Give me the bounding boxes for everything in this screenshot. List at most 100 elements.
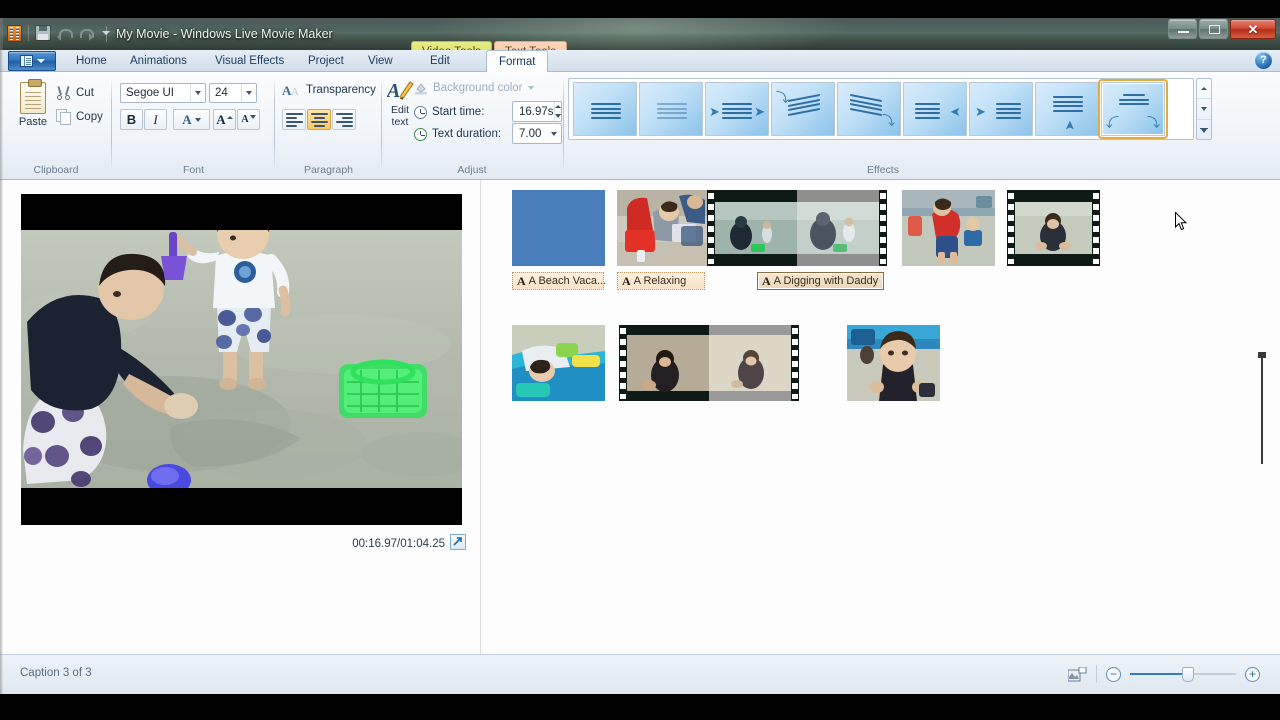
- effect-item-fade[interactable]: [639, 82, 703, 136]
- clip-thumbnail[interactable]: [1007, 190, 1100, 266]
- tab-view[interactable]: View: [356, 50, 405, 72]
- save-icon[interactable]: [33, 22, 53, 44]
- clip-thumbnail[interactable]: [707, 190, 887, 266]
- tab-project[interactable]: Project: [296, 50, 356, 72]
- align-left-button[interactable]: [282, 109, 306, 130]
- clip-caption[interactable]: A A Digging with Daddy: [757, 272, 884, 290]
- storyboard-playhead[interactable]: [1258, 352, 1266, 464]
- desktop-background: My Movie - Windows Live Movie Maker Vide…: [0, 0, 1280, 720]
- clip-thumbnail[interactable]: [847, 325, 940, 401]
- transparency-button[interactable]: A A Transparency: [282, 83, 376, 98]
- paste-button[interactable]: Paste: [10, 78, 56, 138]
- gallery-more-button[interactable]: [1197, 120, 1211, 139]
- cut-button[interactable]: Cut: [56, 82, 94, 103]
- close-button[interactable]: ✕: [1230, 19, 1276, 39]
- effect-item-scroll-diagonal[interactable]: ⤵: [837, 82, 901, 136]
- clip-caption[interactable]: A A Relaxing: [617, 272, 705, 290]
- tab-format[interactable]: Format: [486, 50, 549, 73]
- context-tab-video-tools[interactable]: Video Tools: [411, 41, 493, 50]
- effects-gallery-scrollbar[interactable]: [1196, 78, 1212, 140]
- effect-item-fly-in-right[interactable]: ➤: [969, 82, 1033, 136]
- storyboard-clip[interactable]: A A Relaxing: [617, 190, 710, 290]
- align-center-button[interactable]: [307, 109, 331, 130]
- effect-item-none[interactable]: [573, 82, 637, 136]
- undo-icon[interactable]: [54, 22, 74, 44]
- stepper-up-icon[interactable]: [554, 102, 561, 112]
- storyboard-clip[interactable]: [512, 325, 605, 401]
- clip-thumbnail[interactable]: [617, 190, 710, 266]
- cut-label: Cut: [76, 86, 94, 99]
- effects-gallery[interactable]: ➤ ➤ ⤵ ⤵ ➤ ➤ ➤ ⤵ ⤵: [568, 78, 1194, 140]
- file-menu-button[interactable]: [8, 51, 56, 71]
- preview-pane: 00:16.97/01:04.25: [0, 180, 481, 658]
- storyboard-clip[interactable]: [902, 190, 995, 266]
- film-strip: [707, 190, 887, 266]
- effect-item-swing-in[interactable]: ⤵: [771, 82, 835, 136]
- tab-edit[interactable]: Edit: [418, 50, 462, 72]
- tab-home[interactable]: Home: [64, 50, 119, 72]
- svg-text:A: A: [387, 80, 400, 102]
- chevron-down-icon[interactable]: [241, 84, 256, 102]
- storyboard-clip[interactable]: A A Beach Vaca...: [512, 190, 606, 290]
- zoom-slider-thumb[interactable]: [1182, 667, 1194, 682]
- gallery-scroll-up-button[interactable]: [1197, 79, 1211, 100]
- minimize-button[interactable]: [1168, 19, 1197, 39]
- effect-item-fly-in-out-sides[interactable]: ➤ ➤: [705, 82, 769, 136]
- redo-icon[interactable]: [75, 22, 95, 44]
- clip-thumbnail[interactable]: [902, 190, 995, 266]
- maximize-button[interactable]: [1199, 19, 1228, 39]
- start-time-stepper[interactable]: [553, 102, 561, 122]
- stepper-down-icon[interactable]: [554, 112, 561, 122]
- zoom-slider[interactable]: [1130, 667, 1236, 682]
- clip-thumbnail[interactable]: [619, 325, 799, 401]
- grow-font-glyph: A: [216, 111, 226, 127]
- tab-animations[interactable]: Animations: [118, 50, 199, 72]
- clip-thumbnail[interactable]: [512, 325, 605, 401]
- bold-button[interactable]: B: [120, 109, 143, 130]
- effect-item-scroll-up[interactable]: ➤: [1035, 82, 1099, 136]
- storyboard-clip[interactable]: [847, 325, 940, 401]
- align-right-button[interactable]: [332, 109, 356, 130]
- font-family-combobox[interactable]: Segoe UI: [120, 83, 206, 103]
- chevron-down-icon: [36, 59, 45, 63]
- text-duration-combobox[interactable]: 7.00: [512, 123, 562, 144]
- fullscreen-button[interactable]: [450, 534, 466, 550]
- clip-caption[interactable]: A A Beach Vaca...: [512, 272, 606, 290]
- application-window: My Movie - Windows Live Movie Maker Vide…: [0, 18, 1280, 694]
- zoom-out-button[interactable]: −: [1106, 666, 1121, 682]
- chevron-down-icon[interactable]: [194, 117, 201, 122]
- background-color-button[interactable]: Background color: [414, 78, 534, 98]
- grow-font-button[interactable]: A: [213, 109, 236, 130]
- shrink-font-button[interactable]: A: [237, 109, 260, 130]
- copy-button[interactable]: Copy: [56, 106, 103, 127]
- chevron-down-icon[interactable]: [190, 84, 205, 102]
- contextual-tool-tabs: Video Tools Text Tools: [411, 40, 567, 50]
- effect-item-expand-out[interactable]: ⤵ ⤵: [1098, 79, 1168, 139]
- window-controls: ✕: [1168, 19, 1276, 39]
- quick-access-toolbar[interactable]: [4, 20, 116, 46]
- storyboard-clip[interactable]: A A Digging with Daddy: [707, 190, 887, 290]
- effect-item-fly-in-left[interactable]: ➤: [903, 82, 967, 136]
- clip-thumbnail[interactable]: [512, 190, 605, 266]
- chevron-down-icon[interactable]: [547, 131, 561, 136]
- photo-thumbnail-boy-closeup: [847, 325, 940, 401]
- storyboard-clip[interactable]: [619, 325, 799, 401]
- zoom-in-button[interactable]: +: [1245, 666, 1260, 682]
- font-size-combobox[interactable]: 24: [209, 83, 257, 103]
- gallery-scroll-down-button[interactable]: [1197, 99, 1211, 120]
- context-tab-text-tools[interactable]: Text Tools: [494, 41, 567, 50]
- tab-visual-effects[interactable]: Visual Effects: [203, 50, 296, 72]
- text-color-button[interactable]: A: [173, 109, 210, 130]
- help-icon[interactable]: ?: [1255, 52, 1272, 69]
- ribbon-group-clipboard: Paste Cut Copy Clipboard: [0, 72, 112, 179]
- movie-maker-logo-icon[interactable]: [4, 22, 24, 44]
- video-preview[interactable]: [21, 194, 462, 525]
- storyboard-pane[interactable]: A A Beach Vaca... A A Relaxing A A Diggi…: [482, 180, 1280, 658]
- ribbon-tab-row: Home Animations Visual Effects Project V…: [0, 50, 1280, 73]
- start-time-spinner[interactable]: 16.97s: [512, 101, 562, 122]
- chevron-down-icon[interactable]: [527, 86, 534, 90]
- storyboard-clip[interactable]: [1007, 190, 1100, 266]
- storyboard-view-icon[interactable]: [1067, 666, 1087, 682]
- italic-button[interactable]: I: [144, 109, 167, 130]
- photo-thumbnail-baby-towel: [512, 325, 605, 401]
